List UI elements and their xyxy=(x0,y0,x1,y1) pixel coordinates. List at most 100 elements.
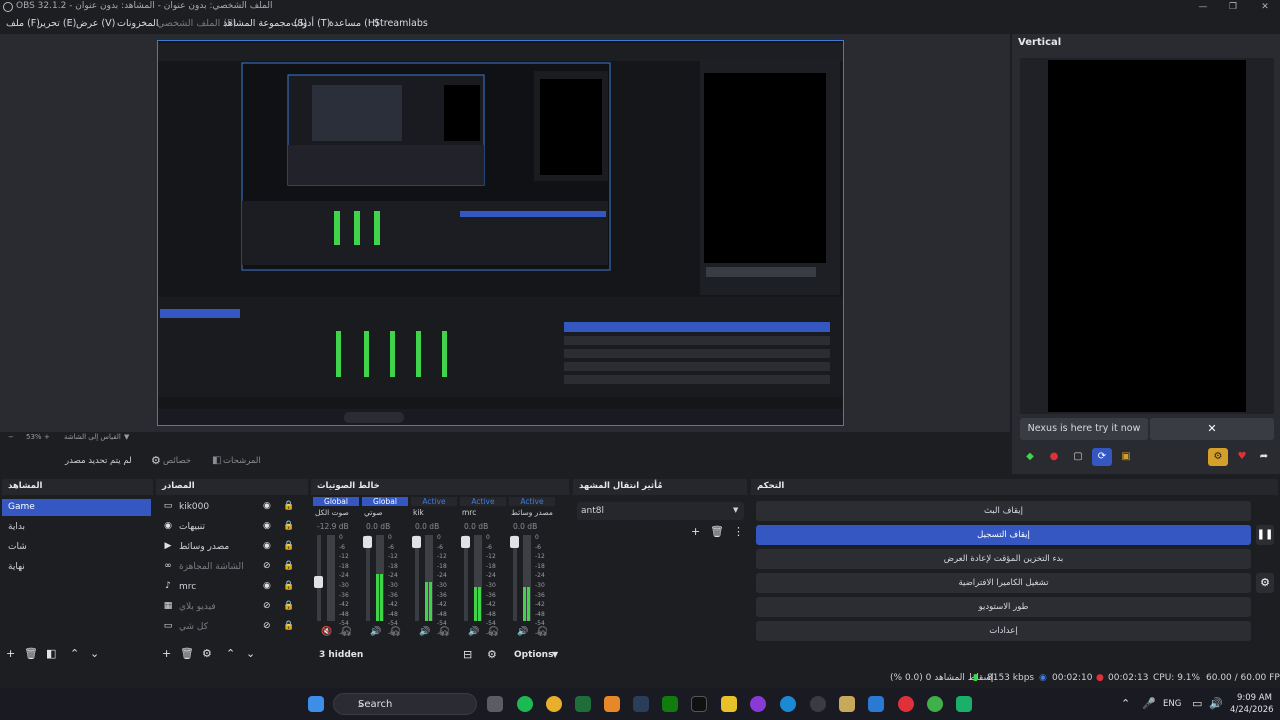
remove-scene-icon[interactable]: 🗑 xyxy=(24,647,38,660)
lock-icon[interactable]: 🔒 xyxy=(283,621,294,631)
scene-item[interactable]: Game xyxy=(2,499,151,516)
add-source-icon[interactable]: + xyxy=(162,647,171,660)
mixer-settings-icon[interactable]: ⚙ xyxy=(487,648,497,661)
chevron-up-icon[interactable]: ⌃ xyxy=(1121,697,1130,710)
transition-menu-icon[interactable]: ⋮ xyxy=(733,525,744,538)
menu-view[interactable]: عرض (V) xyxy=(76,18,115,29)
virtual-camera-gear-icon[interactable]: ⚙ xyxy=(1256,573,1274,593)
chrome-icon[interactable] xyxy=(546,696,562,712)
gamepad-icon[interactable]: ◆ xyxy=(1020,448,1040,466)
zoom-in-button[interactable]: + xyxy=(44,433,50,441)
chrome-icon[interactable] xyxy=(927,696,943,712)
transition-select[interactable]: ant8l ▼ xyxy=(577,502,744,520)
app-icon[interactable] xyxy=(604,696,620,712)
nexus-notice[interactable]: Nexus is here try it now xyxy=(1020,418,1148,440)
mixer-layout-icon[interactable]: ⊟ xyxy=(463,648,472,661)
headphones-icon[interactable]: 🎧 xyxy=(439,627,450,637)
browser-icon[interactable] xyxy=(750,696,766,712)
source-item[interactable]: ∞ الشاشة المجاهزة ⊘ 🔒 xyxy=(159,559,303,577)
source-item[interactable]: ▶ مصدر وسائط ◉ 🔒 xyxy=(159,539,303,557)
lock-icon[interactable]: 🔒 xyxy=(283,501,294,511)
menu-streamlabs[interactable]: Streamlabs xyxy=(374,18,428,29)
headphones-icon[interactable]: 🎧 xyxy=(537,627,548,637)
channel-name[interactable]: mrc xyxy=(462,508,504,517)
slider-knob[interactable] xyxy=(363,536,372,548)
steam-icon[interactable] xyxy=(633,696,649,712)
eye-icon[interactable]: ◉ xyxy=(263,541,271,551)
zoom-mode[interactable]: القياس إلى الشاشة xyxy=(64,433,121,441)
headphones-icon[interactable]: 🎧 xyxy=(488,627,499,637)
source-gear-icon[interactable]: ⚙ xyxy=(202,647,212,660)
properties-button[interactable]: خصائص xyxy=(163,456,191,466)
channel-name[interactable]: صوت الكل xyxy=(315,508,357,517)
taskbar-search[interactable]: ⌕ Search xyxy=(333,693,477,715)
square-icon[interactable]: ▢ xyxy=(1068,448,1088,466)
eye-icon[interactable]: ◉ xyxy=(263,501,271,511)
tiktok-icon[interactable] xyxy=(691,696,707,712)
volume-slider[interactable] xyxy=(510,535,519,621)
spotify-icon[interactable] xyxy=(517,696,533,712)
add-scene-icon[interactable]: + xyxy=(6,647,15,660)
stop-recording-button[interactable]: إيقاف التسجيل xyxy=(756,525,1251,545)
lock-icon[interactable]: 🔒 xyxy=(283,521,294,531)
options-chevron-icon[interactable]: ▼ xyxy=(552,650,558,659)
menu-edit[interactable]: تحرير (E) xyxy=(38,18,76,29)
scene-filters-icon[interactable]: ◧ xyxy=(46,647,56,660)
microphone-icon[interactable]: 🎤 xyxy=(1142,697,1156,710)
network-icon[interactable]: ▭ xyxy=(1192,697,1202,710)
replay-icon[interactable]: ⟳ xyxy=(1092,448,1112,466)
pause-recording-icon[interactable]: ❚❚ xyxy=(1256,525,1274,545)
record-dot-icon[interactable]: ● xyxy=(1044,448,1064,466)
minimize-button[interactable]: — xyxy=(1188,0,1218,14)
properties-gear-icon[interactable]: ⚙ xyxy=(151,454,161,467)
app-icon[interactable] xyxy=(839,696,855,712)
eye-off-icon[interactable]: ⊘ xyxy=(263,561,271,571)
share-icon[interactable]: ➦ xyxy=(1254,448,1274,466)
slider-knob[interactable] xyxy=(412,536,421,548)
source-item[interactable]: ♪ mrc ◉ 🔒 xyxy=(159,579,303,597)
volume-slider[interactable] xyxy=(314,535,323,621)
close-button[interactable]: ✕ xyxy=(1250,0,1280,14)
source-item[interactable]: ◉ تنبيهات ◉ 🔒 xyxy=(159,519,303,537)
move-down-icon[interactable]: ⌄ xyxy=(90,647,99,660)
volume-icon[interactable]: 🔊 xyxy=(1209,697,1223,710)
menu-help[interactable]: مساعدة (H) xyxy=(329,18,379,29)
source-item[interactable]: ▭ kik000 ◉ 🔒 xyxy=(159,499,303,517)
slider-knob[interactable] xyxy=(314,576,323,588)
menu-file[interactable]: ملف (F) xyxy=(6,18,40,29)
headphones-icon[interactable]: 🎧 xyxy=(341,627,352,637)
eye-off-icon[interactable]: ⊘ xyxy=(263,601,271,611)
app-icon[interactable] xyxy=(956,696,972,712)
lock-icon[interactable]: 🔒 xyxy=(283,541,294,551)
mixer-tab[interactable]: Active xyxy=(460,497,506,506)
speaker-icon[interactable]: 🔊 xyxy=(468,627,479,637)
app-icon[interactable] xyxy=(868,696,884,712)
clock-time[interactable]: 9:09 AM xyxy=(1237,693,1272,703)
store-icon[interactable] xyxy=(487,696,503,712)
eye-off-icon[interactable]: ⊘ xyxy=(263,621,271,631)
speaker-muted-icon[interactable]: 🔇 xyxy=(321,627,332,637)
volume-slider[interactable] xyxy=(461,535,470,621)
lock-icon[interactable]: 🔒 xyxy=(283,581,294,591)
gear-icon[interactable]: ⚙ xyxy=(1208,448,1228,466)
eye-icon[interactable]: ◉ xyxy=(263,521,271,531)
excel-icon[interactable] xyxy=(575,696,591,712)
language-indicator[interactable]: ENG xyxy=(1163,699,1181,709)
edge-icon[interactable] xyxy=(780,696,796,712)
remove-source-icon[interactable]: 🗑 xyxy=(180,647,194,660)
heart-icon[interactable]: ♥ xyxy=(1232,448,1252,466)
replay-buffer-button[interactable]: بدء التخزين المؤقت لإعادة العرض xyxy=(756,549,1251,569)
slider-knob[interactable] xyxy=(461,536,470,548)
zoom-dropdown-icon[interactable]: ▼ xyxy=(124,433,129,441)
mixer-tab[interactable]: Global xyxy=(362,497,408,506)
channel-name[interactable]: مصدر وسائط xyxy=(511,508,553,517)
menu-docks[interactable]: المخزونات xyxy=(117,18,158,29)
restore-button[interactable]: ❐ xyxy=(1218,0,1248,14)
menu-tools[interactable]: أدوات (T) xyxy=(291,18,330,29)
clock-date[interactable]: 4/24/2026 xyxy=(1230,705,1274,715)
camera-icon[interactable]: ▣ xyxy=(1116,448,1136,466)
notice-close-button[interactable]: ✕ xyxy=(1150,418,1274,440)
vertical-preview[interactable] xyxy=(1020,58,1274,414)
lock-icon[interactable]: 🔒 xyxy=(283,561,294,571)
xbox-icon[interactable] xyxy=(662,696,678,712)
